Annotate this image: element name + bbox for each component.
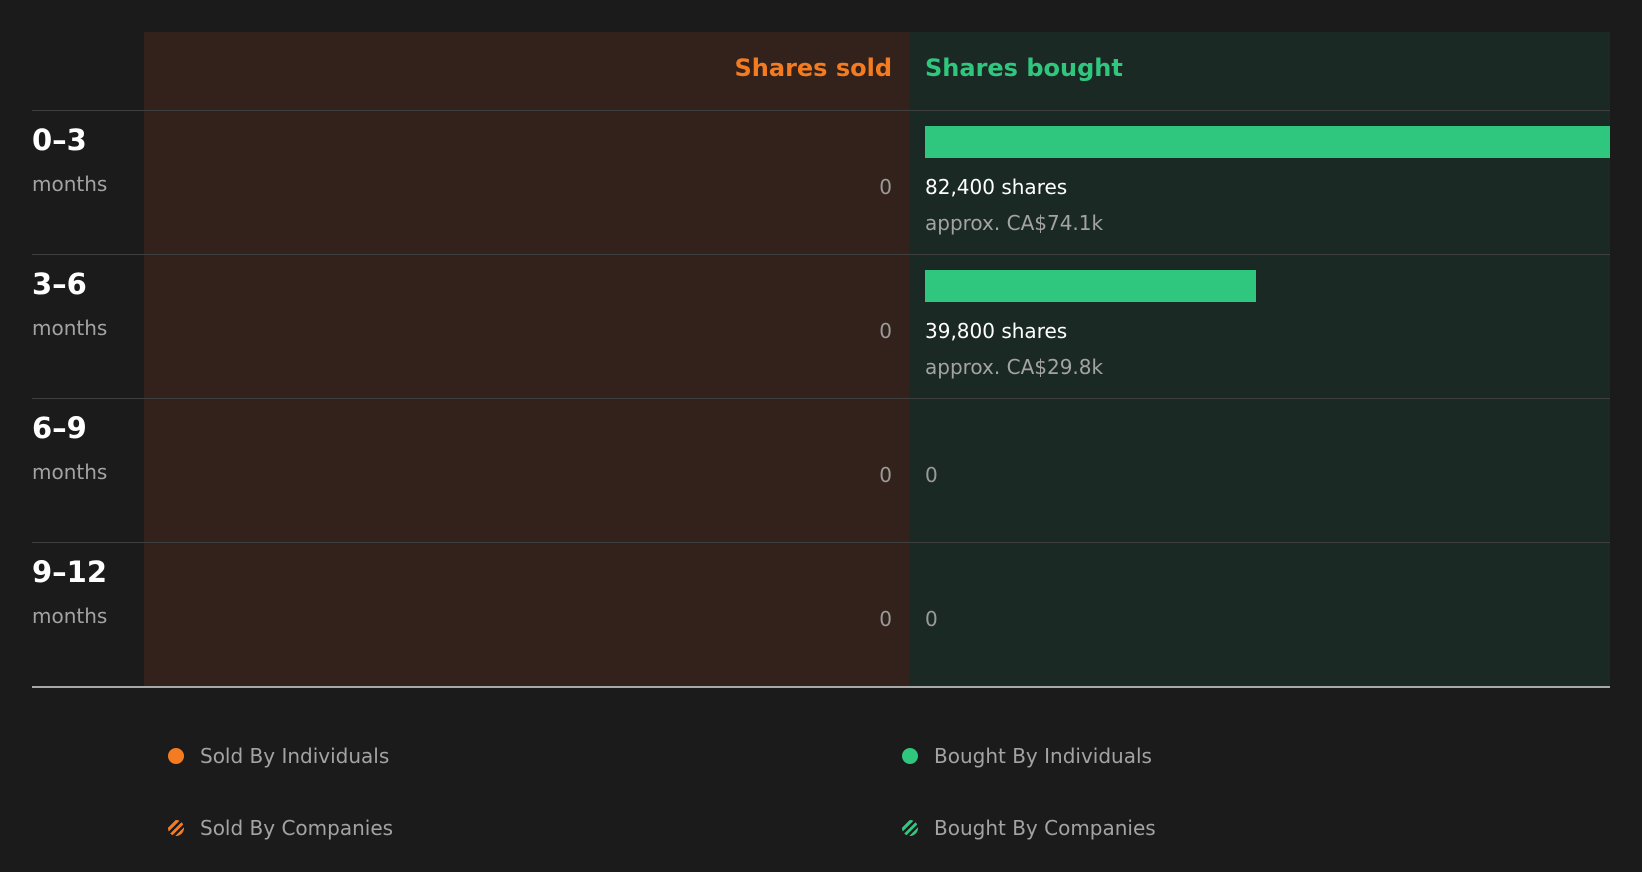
solid-dot-icon [902,748,918,764]
shares-sold-header: Shares sold [734,54,893,82]
legend-item: Sold By Individuals [168,742,389,770]
bought-value-label: approx. CA$74.1k [925,211,1104,235]
bought-value-label: 0 [925,607,938,631]
period-range-label: 6–9 [32,411,87,445]
chart-baseline [32,686,1610,688]
period-unit-label: months [32,172,108,196]
bought-value-label: approx. CA$29.8k [925,355,1104,379]
legend-item: Bought By Individuals [902,742,1152,770]
row-divider [32,542,1610,543]
solid-dot-icon [168,748,184,764]
sold-value-label: 0 [879,319,892,343]
chart-row: 3–6 months 0 39,800 shares approx. CA$29.8k [0,255,1642,399]
legend-label: Sold By Companies [200,816,394,840]
period-unit-label: months [32,316,108,340]
row-divider [32,254,1610,255]
legend-label: Bought By Companies [934,816,1156,840]
chart-row: 0–3 months 0 82,400 shares approx. CA$74.1k [0,111,1642,255]
legend-item: Sold By Companies [168,814,393,842]
bought-shares-label: 39,800 shares [925,319,1068,343]
period-range-label: 9–12 [32,555,108,589]
period-unit-label: months [32,460,108,484]
chart-row: 6–9 months 0 0 [0,399,1642,543]
period-range-label: 0–3 [32,123,87,157]
sold-value-label: 0 [879,607,892,631]
chart-row: 9–12 months 0 0 [0,543,1642,687]
bought-bar [925,126,1610,158]
bought-bar [925,270,1256,302]
striped-dot-icon [168,820,184,836]
row-divider [32,398,1610,399]
shares-bought-header: Shares bought [925,54,1123,82]
legend-label: Sold By Individuals [200,744,390,768]
bought-shares-label: 82,400 shares [925,175,1068,199]
period-range-label: 3–6 [32,267,87,301]
insider-trading-chart: Shares sold Shares bought 0–3 months 0 82,4… [0,0,1642,700]
legend-item: Bought By Companies [902,814,1156,842]
sold-value-label: 0 [879,463,892,487]
sold-value-label: 0 [879,175,892,199]
striped-dot-icon [902,820,918,836]
legend-label: Bought By Individuals [934,744,1152,768]
header-divider [32,110,1610,111]
period-unit-label: months [32,604,108,628]
bought-value-label: 0 [925,463,938,487]
